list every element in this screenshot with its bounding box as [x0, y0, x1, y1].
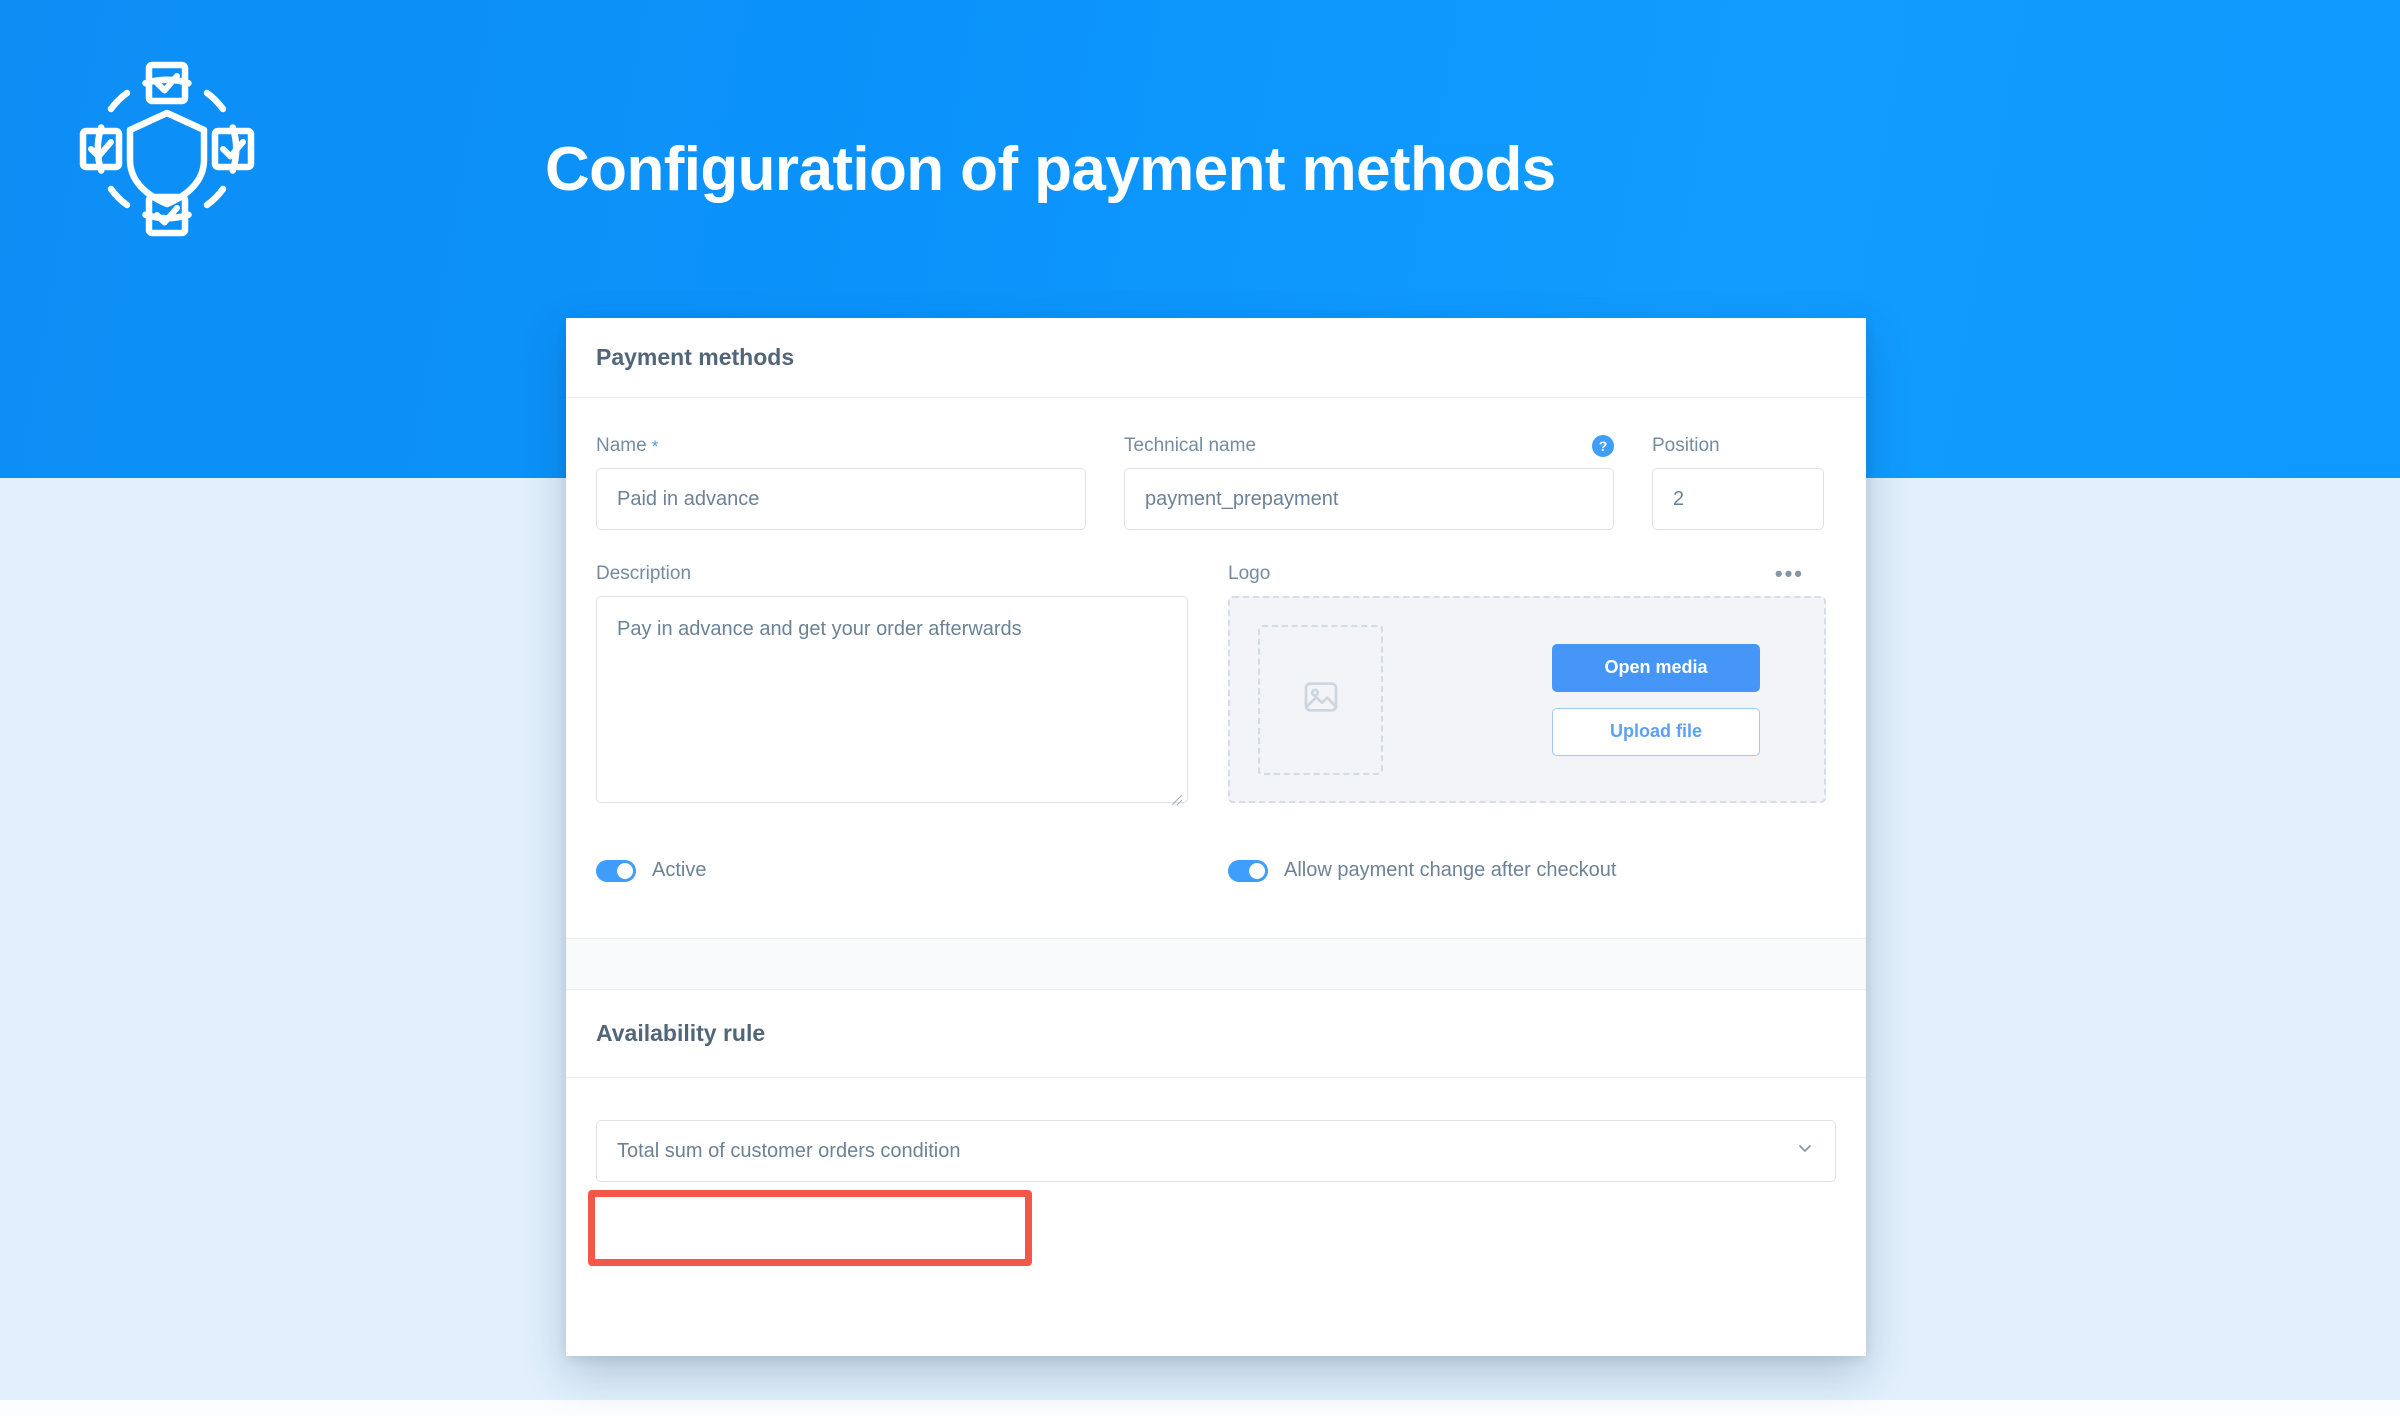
field-technical-name: Technical name ? payment_prepayment [1124, 434, 1614, 530]
upload-file-button[interactable]: Upload file [1552, 707, 1760, 756]
name-input[interactable]: Paid in advance [596, 468, 1086, 530]
toggle-allow-payment-change[interactable]: Allow payment change after checkout [1228, 859, 1616, 882]
toggle-active-label: Active [652, 859, 707, 881]
technical-name-input-value: payment_prepayment [1145, 487, 1339, 510]
textarea-resize-handle[interactable] [1171, 786, 1183, 806]
position-label-text: Position [1652, 435, 1720, 456]
toggle-allow-payment-change-label: Allow payment change after checkout [1284, 859, 1617, 881]
field-name: Name * Paid in advance [596, 434, 1086, 530]
description-textarea[interactable]: Pay in advance and get your order afterw… [596, 596, 1188, 806]
availability-rule-select-value: Total sum of customer orders condition [617, 1139, 961, 1162]
page-bottom-strip [0, 1400, 2400, 1416]
logo-label-row: Logo ••• [1228, 562, 1826, 586]
toggle-knob [1249, 862, 1265, 879]
field-logo: Logo ••• Open media Upload file [1228, 562, 1826, 803]
payment-method-card: Payment methods Name * Paid in advance T… [566, 318, 1866, 1356]
required-asterisk: * [651, 436, 659, 456]
logo-action-buttons: Open media Upload file [1552, 643, 1760, 756]
availability-rule-select[interactable]: Total sum of customer orders condition [596, 1120, 1836, 1182]
toggle-active[interactable]: Active [596, 859, 1228, 882]
toggle-allow-payment-change-switch[interactable] [1228, 859, 1268, 882]
toggle-active-switch[interactable] [596, 859, 636, 882]
description-label-text: Description [596, 563, 692, 584]
logo-thumbnail-slot [1258, 624, 1383, 775]
page-title: Configuration of payment methods [545, 135, 1556, 204]
name-input-value: Paid in advance [617, 487, 760, 510]
logo-dropzone[interactable]: Open media Upload file [1228, 596, 1826, 803]
question-mark-icon[interactable]: ? [1592, 435, 1614, 457]
toggle-knob [617, 862, 633, 879]
position-input[interactable]: 2 [1652, 468, 1824, 530]
description-label: Description [596, 562, 1188, 586]
section-divider-band [566, 938, 1866, 990]
availability-rule-body: Total sum of customer orders condition [566, 1078, 1866, 1182]
technical-name-label: Technical name ? [1124, 434, 1614, 458]
image-placeholder-icon [1301, 677, 1341, 722]
card-title: Payment methods [596, 344, 795, 370]
field-row-secondary: Description Pay in advance and get your … [596, 562, 1836, 806]
position-label: Position [1652, 434, 1824, 458]
name-label: Name * [596, 434, 1086, 458]
position-input-value: 2 [1673, 487, 1685, 510]
field-row-primary: Name * Paid in advance Technical name ? … [596, 434, 1836, 530]
description-textarea-value: Pay in advance and get your order afterw… [617, 618, 1022, 640]
technical-name-input[interactable]: payment_prepayment [1124, 468, 1614, 530]
name-label-text: Name [596, 435, 647, 456]
chevron-down-icon[interactable] [1795, 1138, 1815, 1164]
field-position: Position 2 [1652, 434, 1824, 530]
availability-rule-title: Availability rule [596, 1020, 766, 1046]
availability-rule-header: Availability rule [566, 990, 1866, 1078]
card-body: Name * Paid in advance Technical name ? … [566, 398, 1866, 938]
card-header: Payment methods [566, 318, 1866, 398]
toggle-row: Active Allow payment change after checko… [596, 859, 1836, 938]
shield-checkbox-circle-icon [78, 60, 256, 238]
ellipsis-icon[interactable]: ••• [1775, 563, 1826, 585]
logo-label: Logo [1228, 563, 1271, 584]
field-description: Description Pay in advance and get your … [596, 562, 1188, 806]
open-media-button[interactable]: Open media [1552, 643, 1760, 692]
technical-name-label-text: Technical name [1124, 435, 1257, 456]
